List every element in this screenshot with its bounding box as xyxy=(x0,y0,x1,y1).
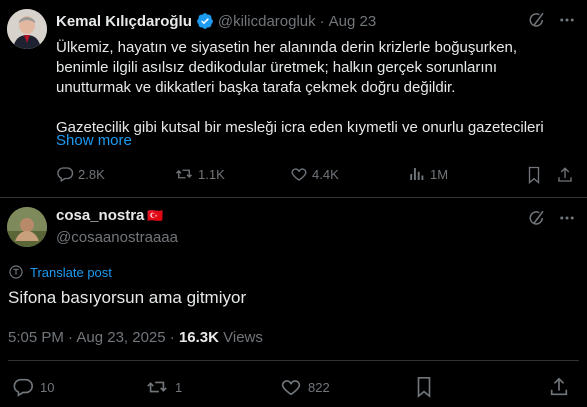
reply-icon xyxy=(57,167,74,182)
post-divider xyxy=(0,197,587,198)
translate-post-link[interactable]: Translate post xyxy=(8,264,112,280)
reply-author-name[interactable]: cosa_nostra xyxy=(56,207,144,224)
repost-icon xyxy=(176,169,192,179)
views-icon xyxy=(410,168,424,180)
reply-count: 2.8K xyxy=(78,166,105,182)
post-text-line: Gazetecilik gibi kutsal bir mesleği icra… xyxy=(56,119,544,136)
post-text-line: Ülkemiz, hayatın ve siyasetin her alanın… xyxy=(56,39,518,56)
reply-like-count: 822 xyxy=(308,379,330,395)
post-header: Kemal Kılıçdaroğlu @kilicdarogluk · Aug … xyxy=(56,11,376,31)
grok-icon[interactable] xyxy=(528,209,546,227)
reply-author-avatar[interactable] xyxy=(7,207,47,247)
bookmark-icon[interactable] xyxy=(526,166,542,189)
author-avatar[interactable] xyxy=(7,9,47,49)
more-icon[interactable] xyxy=(558,11,576,29)
reply-meta: 5:05 PM · Aug 23, 2025 · 16.3K Views xyxy=(8,329,263,346)
separator-dot: · xyxy=(319,12,325,30)
verified-badge-icon xyxy=(196,12,214,30)
share-icon[interactable] xyxy=(556,166,574,189)
more-icon[interactable] xyxy=(558,209,576,227)
show-more-link[interactable]: Show more xyxy=(56,132,132,149)
reply-icon xyxy=(13,378,33,397)
reply-views-label: Views xyxy=(218,329,263,346)
reply-bookmark-icon[interactable] xyxy=(414,376,434,403)
reply-reply-count: 10 xyxy=(40,379,55,395)
like-button[interactable]: 4.4K xyxy=(290,165,339,183)
author-handle[interactable]: @kilicdarogluk xyxy=(218,13,316,30)
like-icon xyxy=(291,168,307,181)
post-text-line xyxy=(56,98,576,118)
grok-icon[interactable] xyxy=(528,11,546,29)
post-text-line: unutturmak ve dikkatleri başka tarafa çe… xyxy=(56,79,456,96)
reply-button[interactable]: 2.8K xyxy=(56,165,105,183)
post-text: Ülkemiz, hayatın ve siyasetin her alanın… xyxy=(56,38,576,138)
repost-count: 1.1K xyxy=(198,166,225,182)
translate-label: Translate post xyxy=(30,264,112,280)
reply-divider xyxy=(8,360,579,361)
reply-repost-button[interactable]: 1 xyxy=(145,376,182,398)
post-text-line: benimle ilgili asılsız dedikodular üretm… xyxy=(56,59,498,76)
reply-repost-count: 1 xyxy=(175,379,183,395)
reply-views-count: 16.3K xyxy=(178,329,219,346)
translate-icon xyxy=(9,265,23,279)
reply-text: Sifona basıyorsun ama gitmiyor xyxy=(8,288,247,307)
reply-timestamp[interactable]: 5:05 PM · Aug 23, 2025 · xyxy=(8,329,179,346)
post-date[interactable]: Aug 23 xyxy=(329,13,377,30)
like-icon xyxy=(281,380,301,396)
like-count: 4.4K xyxy=(312,166,339,182)
flag-emoji: 🇹🇷 xyxy=(147,207,164,223)
reply-reply-button[interactable]: 10 xyxy=(12,376,54,398)
views-count: 1M xyxy=(430,166,449,182)
reply-author-handle[interactable]: @cosaanostraaaa xyxy=(56,229,178,246)
reply-like-button[interactable]: 822 xyxy=(280,376,330,398)
views-button[interactable]: 1M xyxy=(408,165,448,183)
repost-icon xyxy=(147,381,167,393)
author-name[interactable]: Kemal Kılıçdaroğlu xyxy=(56,13,192,30)
reply-header: cosa_nostra 🇹🇷 xyxy=(56,207,164,224)
reply-share-icon[interactable] xyxy=(548,376,570,403)
repost-button[interactable]: 1.1K xyxy=(174,165,225,183)
